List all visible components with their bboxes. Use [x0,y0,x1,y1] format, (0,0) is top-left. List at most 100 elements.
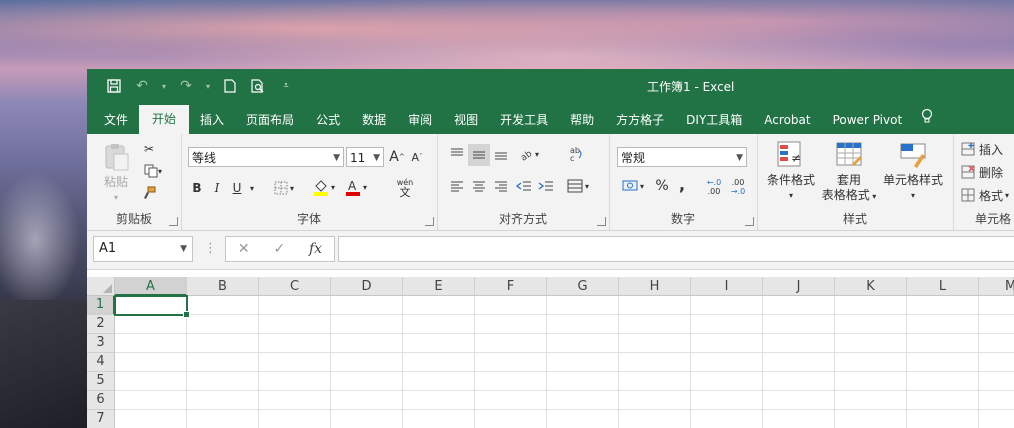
column-header-a[interactable]: A [115,277,187,296]
customize-qat-icon[interactable]: ⩡ [277,77,295,95]
clipboard-group-label: 剪贴板 [115,212,152,226]
font-size-select[interactable]: 11 ▼ [346,147,384,167]
font-launcher-icon[interactable] [425,217,434,226]
active-cell-a1[interactable] [114,295,190,318]
tab-developer[interactable]: 开发工具 [489,107,559,134]
row-header-3[interactable]: 3 [87,334,115,353]
tab-formulas[interactable]: 公式 [305,107,351,134]
cell-styles-button[interactable]: 单元格样式 ▾ [877,140,949,203]
column-header-d[interactable]: D [331,277,403,296]
tab-acrobat[interactable]: Acrobat [753,107,821,134]
tab-view[interactable]: 视图 [443,107,489,134]
row-header-7[interactable]: 7 [87,410,115,428]
formula-bar-splitter-icon[interactable]: ⋮ [204,241,217,256]
format-as-table-button[interactable]: 套用 表格格式 ▾ [819,140,879,204]
row-header-4[interactable]: 4 [87,353,115,372]
cut-icon[interactable]: ✂ [139,140,159,158]
decrease-decimal-button[interactable]: .00 →.0 [727,176,749,198]
tell-me-lightbulb-icon[interactable] [913,107,941,134]
italic-button[interactable]: I [208,178,226,198]
font-color-button[interactable]: A ▾ [341,176,371,198]
tab-diy-toolbox[interactable]: DIY工具箱 [675,107,753,134]
tab-help[interactable]: 帮助 [559,107,605,134]
worksheet-grid[interactable]: A B C D E F G H I J K L M 1 2 3 4 5 6 7 [87,277,1014,428]
align-center-icon[interactable] [469,176,489,196]
redo-icon[interactable]: ↷ [177,77,195,95]
tab-fangfang[interactable]: 方方格子 [605,107,675,134]
bottom-align-icon[interactable] [491,144,511,164]
align-right-icon[interactable] [491,176,511,196]
clipboard-launcher-icon[interactable] [169,217,178,226]
merge-center-icon[interactable]: ▾ [563,176,593,196]
column-header-g[interactable]: G [547,277,619,296]
conditional-formatting-button[interactable]: ≠ 条件格式 ▾ [761,140,821,203]
underline-dropdown-icon[interactable]: ▾ [247,178,257,198]
format-cells-button[interactable]: 格式 ▾ [961,186,1009,204]
increase-font-size-button[interactable]: A ^ [388,147,406,167]
increase-indent-icon[interactable] [536,176,556,196]
number-launcher-icon[interactable] [745,217,754,226]
save-icon[interactable] [105,77,123,95]
percent-style-button[interactable]: % [653,176,671,196]
column-header-m[interactable]: M [979,277,1014,296]
column-header-k[interactable]: K [835,277,907,296]
undo-dropdown-icon[interactable]: ▾ [161,77,167,95]
bold-button[interactable]: B [188,178,206,198]
column-header-c[interactable]: C [259,277,331,296]
comma-style-button[interactable]: , [675,174,689,194]
tab-review[interactable]: 审阅 [397,107,443,134]
column-header-h[interactable]: H [619,277,691,296]
column-header-i[interactable]: I [691,277,763,296]
number-format-select[interactable]: 常规 ▼ [617,147,747,167]
select-all-button[interactable] [87,277,115,296]
increase-decimal-button[interactable]: ←.0.00 [703,176,725,198]
column-header-e[interactable]: E [403,277,475,296]
row-header-5[interactable]: 5 [87,372,115,391]
column-header-j[interactable]: J [763,277,835,296]
borders-button[interactable]: ▾ [269,178,299,198]
new-file-icon[interactable] [221,77,239,95]
redo-dropdown-icon[interactable]: ▾ [205,77,211,95]
tab-page-layout[interactable]: 页面布局 [235,107,305,134]
column-header-b[interactable]: B [187,277,259,296]
accounting-format-icon[interactable]: ▾ [617,176,649,196]
tab-insert[interactable]: 插入 [189,107,235,134]
format-painter-icon[interactable] [139,184,159,202]
decrease-font-size-button[interactable]: Aˇ [408,147,426,167]
row-header-6[interactable]: 6 [87,391,115,410]
tab-file[interactable]: 文件 [93,107,139,134]
column-header-f[interactable]: F [475,277,547,296]
underline-button[interactable]: U [228,178,246,198]
cell-area[interactable] [115,296,1014,428]
decrease-font-icon: A [411,150,420,164]
tab-home[interactable]: 开始 [139,105,190,134]
middle-align-icon[interactable] [468,144,490,166]
chevron-down-icon: ▼ [333,153,340,163]
orientation-icon[interactable]: ab ▾ [515,144,543,164]
row-header-2[interactable]: 2 [87,315,115,334]
wrap-text-icon[interactable]: ab c [565,142,587,166]
row-header-1[interactable]: 1 [87,296,115,315]
paste-button[interactable]: 粘贴 ▾ [99,142,133,205]
formula-input[interactable] [338,236,1014,262]
delete-cells-button[interactable]: 删除 [961,163,1003,181]
align-left-icon[interactable] [447,176,467,196]
name-box[interactable]: A1 ▼ [93,236,193,262]
format-cells-label: 格式 [979,188,1004,203]
fill-color-button[interactable]: ▾ [309,176,339,198]
font-name-select[interactable]: 等线 ▼ [188,147,344,167]
top-align-icon[interactable] [447,144,467,164]
alignment-launcher-icon[interactable] [597,217,606,226]
tab-data[interactable]: 数据 [351,107,397,134]
insert-function-icon[interactable]: fx [309,241,322,257]
print-preview-icon[interactable] [249,77,267,95]
column-header-l[interactable]: L [907,277,979,296]
cancel-icon[interactable]: ✕ [238,241,250,257]
tab-power-pivot[interactable]: Power Pivot [822,107,914,134]
copy-icon[interactable]: ▾ [139,162,167,180]
undo-icon[interactable]: ↶ [133,77,151,95]
decrease-indent-icon[interactable] [514,176,534,196]
phonetic-guide-button[interactable]: wén 文 [385,176,425,200]
enter-icon[interactable]: ✓ [273,241,285,257]
insert-cells-button[interactable]: 插入 [961,140,1003,158]
